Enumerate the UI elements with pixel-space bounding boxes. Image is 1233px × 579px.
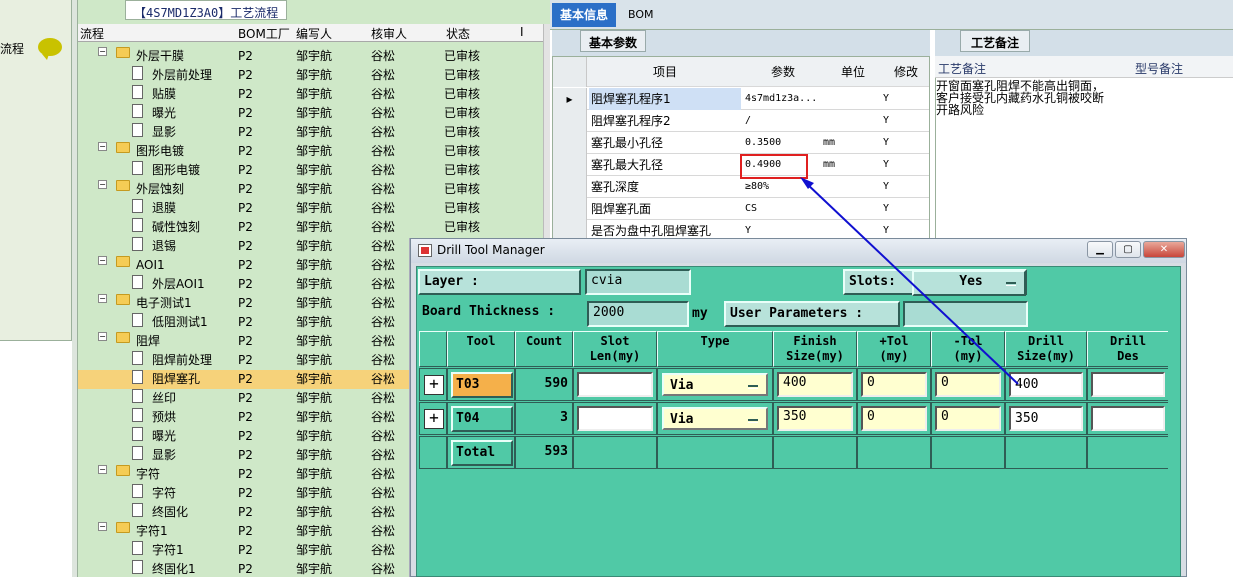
annotation-arrow [800, 177, 1019, 385]
